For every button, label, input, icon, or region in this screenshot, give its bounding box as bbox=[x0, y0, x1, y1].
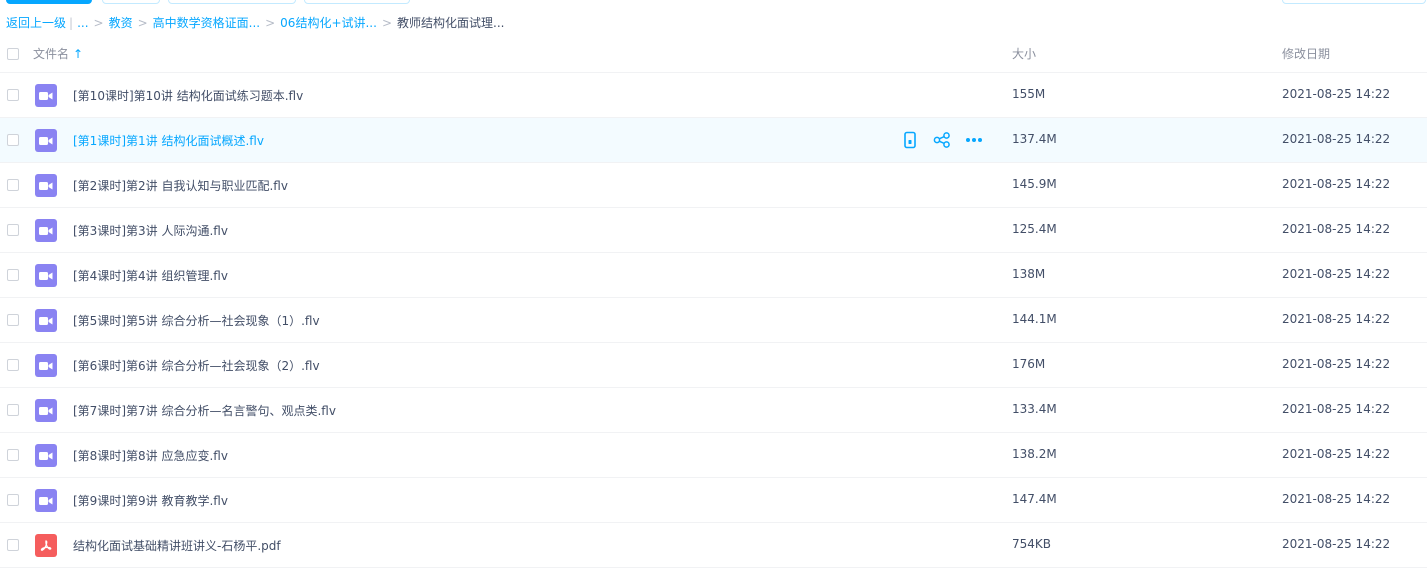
row-checkbox[interactable] bbox=[7, 89, 19, 101]
file-list: [第10课时]第10讲 结构化面试练习题本.flv 155M 2021-08-2… bbox=[0, 73, 1427, 568]
file-date: 2021-08-25 14:22 bbox=[1282, 132, 1391, 146]
file-name[interactable]: [第3课时]第3讲 人际沟通.flv bbox=[73, 222, 228, 239]
sort-arrow-icon[interactable]: ↑ bbox=[73, 47, 83, 61]
file-date: 2021-08-25 14:22 bbox=[1282, 267, 1391, 281]
breadcrumb-item[interactable]: 教资 bbox=[109, 14, 133, 32]
column-header-name-label: 文件名 bbox=[33, 47, 70, 61]
file-date: 2021-08-25 14:22 bbox=[1282, 312, 1391, 326]
file-size: 145.9M bbox=[1012, 177, 1057, 191]
file-row[interactable]: [第3课时]第3讲 人际沟通.flv 125.4M 2021-08-25 14:… bbox=[0, 208, 1427, 253]
breadcrumb: 返回上一级 | ... > 教资 > 高中数学资格证面... > 06结构化+试… bbox=[6, 14, 504, 32]
file-name[interactable]: [第7课时]第7讲 综合分析—名言警句、观点类.flv bbox=[73, 402, 336, 419]
file-date: 2021-08-25 14:22 bbox=[1282, 447, 1391, 461]
file-size: 133.4M bbox=[1012, 402, 1057, 416]
breadcrumb-item[interactable]: 高中数学资格证面... bbox=[153, 14, 260, 32]
file-name[interactable]: [第4课时]第4讲 组织管理.flv bbox=[73, 267, 228, 284]
breadcrumb-item[interactable]: 06结构化+试讲... bbox=[280, 14, 377, 32]
file-name[interactable]: [第2课时]第2讲 自我认知与职业匹配.flv bbox=[73, 177, 288, 194]
row-checkbox[interactable] bbox=[7, 449, 19, 461]
video-file-icon bbox=[35, 354, 57, 377]
column-header-name[interactable]: 文件名 ↑ bbox=[33, 45, 83, 62]
file-row[interactable]: [第1课时]第1讲 结构化面试概述.flv 137.4M 2021-08-25 … bbox=[0, 118, 1427, 163]
file-date: 2021-08-25 14:22 bbox=[1282, 402, 1391, 416]
file-size: 155M bbox=[1012, 87, 1046, 101]
file-row[interactable]: [第10课时]第10讲 结构化面试练习题本.flv 155M 2021-08-2… bbox=[0, 73, 1427, 118]
file-date: 2021-08-25 14:22 bbox=[1282, 87, 1391, 101]
video-file-icon bbox=[35, 219, 57, 242]
file-size: 754KB bbox=[1012, 537, 1052, 551]
file-size: 144.1M bbox=[1012, 312, 1057, 326]
video-file-icon bbox=[35, 129, 57, 152]
file-date: 2021-08-25 14:22 bbox=[1282, 492, 1391, 506]
row-checkbox[interactable] bbox=[7, 539, 19, 551]
phone-icon[interactable] bbox=[900, 130, 920, 150]
file-row[interactable]: [第8课时]第8讲 应急应变.flv 138.2M 2021-08-25 14:… bbox=[0, 433, 1427, 478]
toolbar-remnant bbox=[0, 0, 1427, 4]
toolbar-button[interactable] bbox=[304, 0, 410, 4]
file-date: 2021-08-25 14:22 bbox=[1282, 537, 1391, 551]
share-icon[interactable] bbox=[932, 130, 952, 150]
breadcrumb-separator: > bbox=[381, 16, 393, 30]
toolbar-button[interactable] bbox=[168, 0, 296, 4]
row-checkbox[interactable] bbox=[7, 314, 19, 326]
more-icon[interactable] bbox=[964, 130, 984, 150]
select-all-checkbox[interactable] bbox=[7, 48, 19, 60]
video-file-icon bbox=[35, 444, 57, 467]
file-size: 138.2M bbox=[1012, 447, 1057, 461]
row-checkbox[interactable] bbox=[7, 494, 19, 506]
file-row[interactable]: [第9课时]第9讲 教育教学.flv 147.4M 2021-08-25 14:… bbox=[0, 478, 1427, 523]
row-checkbox[interactable] bbox=[7, 134, 19, 146]
file-row[interactable]: [第5课时]第5讲 综合分析—社会现象（1）.flv 144.1M 2021-0… bbox=[0, 298, 1427, 343]
file-row[interactable]: [第6课时]第6讲 综合分析—社会现象（2）.flv 176M 2021-08-… bbox=[0, 343, 1427, 388]
file-size: 137.4M bbox=[1012, 132, 1057, 146]
upload-button[interactable] bbox=[6, 0, 92, 4]
breadcrumb-current: 教师结构化面试理... bbox=[397, 16, 505, 30]
video-file-icon bbox=[35, 399, 57, 422]
file-row[interactable]: 结构化面试基础精讲班讲义-石杨平.pdf 754KB 2021-08-25 14… bbox=[0, 523, 1427, 568]
row-checkbox[interactable] bbox=[7, 269, 19, 281]
column-header-date[interactable]: 修改日期 bbox=[1282, 45, 1330, 62]
pdf-file-icon bbox=[35, 534, 57, 557]
file-name[interactable]: [第9课时]第9讲 教育教学.flv bbox=[73, 492, 228, 509]
file-size: 147.4M bbox=[1012, 492, 1057, 506]
row-checkbox[interactable] bbox=[7, 179, 19, 191]
video-file-icon bbox=[35, 309, 57, 332]
breadcrumb-divider: | bbox=[69, 16, 74, 30]
video-file-icon bbox=[35, 174, 57, 197]
search-box[interactable] bbox=[1282, 0, 1426, 4]
file-name[interactable]: [第10课时]第10讲 结构化面试练习题本.flv bbox=[73, 87, 303, 104]
file-manager: 返回上一级 | ... > 教资 > 高中数学资格证面... > 06结构化+试… bbox=[0, 0, 1427, 572]
file-date: 2021-08-25 14:22 bbox=[1282, 222, 1391, 236]
breadcrumb-separator: > bbox=[137, 16, 148, 30]
file-row[interactable]: [第4课时]第4讲 组织管理.flv 138M 2021-08-25 14:22 bbox=[0, 253, 1427, 298]
file-date: 2021-08-25 14:22 bbox=[1282, 177, 1391, 191]
video-file-icon bbox=[35, 264, 57, 287]
breadcrumb-separator: > bbox=[93, 16, 104, 30]
column-header-size[interactable]: 大小 bbox=[1012, 45, 1036, 62]
file-date: 2021-08-25 14:22 bbox=[1282, 357, 1391, 371]
row-checkbox[interactable] bbox=[7, 359, 19, 371]
file-size: 138M bbox=[1012, 267, 1046, 281]
file-name[interactable]: [第6课时]第6讲 综合分析—社会现象（2）.flv bbox=[73, 357, 320, 374]
file-row[interactable]: [第7课时]第7讲 综合分析—名言警句、观点类.flv 133.4M 2021-… bbox=[0, 388, 1427, 433]
breadcrumb-separator: > bbox=[265, 16, 276, 30]
row-checkbox[interactable] bbox=[7, 224, 19, 236]
row-actions bbox=[900, 130, 996, 150]
file-size: 125.4M bbox=[1012, 222, 1057, 236]
new-folder-button[interactable] bbox=[102, 0, 160, 4]
file-name[interactable]: [第1课时]第1讲 结构化面试概述.flv bbox=[73, 132, 264, 149]
file-name[interactable]: 结构化面试基础精讲班讲义-石杨平.pdf bbox=[73, 537, 281, 554]
video-file-icon bbox=[35, 489, 57, 512]
breadcrumb-back[interactable]: 返回上一级 bbox=[6, 14, 66, 32]
row-checkbox[interactable] bbox=[7, 404, 19, 416]
file-name[interactable]: [第8课时]第8讲 应急应变.flv bbox=[73, 447, 228, 464]
breadcrumb-ellipsis[interactable]: ... bbox=[77, 14, 88, 32]
file-row[interactable]: [第2课时]第2讲 自我认知与职业匹配.flv 145.9M 2021-08-2… bbox=[0, 163, 1427, 208]
file-name[interactable]: [第5课时]第5讲 综合分析—社会现象（1）.flv bbox=[73, 312, 320, 329]
video-file-icon bbox=[35, 84, 57, 107]
list-header: 文件名 ↑ 大小 修改日期 bbox=[0, 36, 1427, 73]
file-size: 176M bbox=[1012, 357, 1046, 371]
